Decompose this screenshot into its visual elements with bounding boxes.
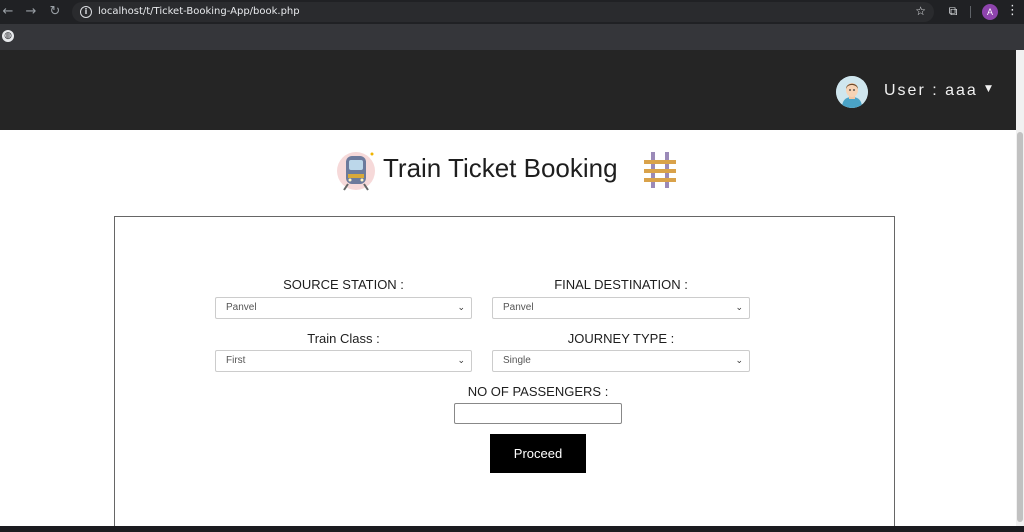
puzzle-icon[interactable]: ⧉: [946, 4, 960, 18]
info-icon[interactable]: i: [80, 6, 92, 18]
chevron-down-icon: ⌄: [735, 303, 743, 313]
journey-type-select[interactable]: Single ⌄: [492, 350, 750, 372]
title-row: Train Ticket Booking: [0, 146, 1016, 192]
taskbar-strip: [0, 526, 1024, 532]
profile-avatar[interactable]: A: [982, 4, 998, 20]
caret-down-icon[interactable]: ▼: [985, 84, 992, 94]
bookmarks-bar: ◍: [0, 24, 1024, 50]
star-icon[interactable]: ☆: [915, 4, 926, 18]
reload-icon[interactable]: ↻: [47, 4, 63, 20]
train-class-value: First: [226, 355, 246, 366]
train-class-label: Train Class :: [307, 331, 380, 346]
globe-icon[interactable]: ◍: [2, 30, 14, 42]
url-text[interactable]: localhost/t/Ticket-Booking-App/book.php: [98, 6, 300, 18]
chevron-down-icon: ⌄: [457, 356, 465, 366]
source-station-select[interactable]: Panvel ⌄: [215, 297, 472, 319]
journey-type-label: JOURNEY TYPE :: [567, 331, 675, 346]
railway-track-icon: [640, 150, 680, 190]
train-class-select[interactable]: First ⌄: [215, 350, 472, 372]
page-title: Train Ticket Booking: [383, 153, 618, 183]
proceed-button[interactable]: Proceed: [490, 434, 586, 473]
passengers-label: NO OF PASSENGERS :: [467, 384, 609, 399]
address-bar[interactable]: i localhost/t/Ticket-Booking-App/book.ph…: [72, 2, 934, 22]
user-avatar-icon[interactable]: [836, 76, 868, 108]
scrollbar-thumb[interactable]: [1017, 132, 1023, 522]
source-station-value: Panvel: [226, 302, 257, 313]
final-destination-select[interactable]: Panvel ⌄: [492, 297, 750, 319]
browser-toolbar: ← → ↻ i localhost/t/Ticket-Booking-App/b…: [0, 0, 1024, 24]
kebab-menu-icon[interactable]: ⋮: [1006, 3, 1019, 19]
toolbar-divider: [970, 6, 971, 18]
chevron-down-icon: ⌄: [457, 303, 465, 313]
arrow-left-icon[interactable]: ←: [0, 4, 16, 20]
passengers-input[interactable]: [454, 403, 622, 424]
arrow-right-icon[interactable]: →: [23, 4, 39, 20]
booking-form: [114, 216, 895, 532]
site-header: User : aaa ▼: [0, 50, 1016, 130]
page-scrollbar[interactable]: [1016, 50, 1024, 526]
source-station-label: SOURCE STATION :: [283, 277, 404, 292]
final-destination-label: FINAL DESTINATION :: [554, 277, 688, 292]
journey-type-value: Single: [503, 355, 531, 366]
user-menu-label[interactable]: User : aaa: [884, 82, 978, 100]
final-destination-value: Panvel: [503, 302, 534, 313]
train-icon: [334, 148, 378, 192]
chevron-down-icon: ⌄: [735, 356, 743, 366]
